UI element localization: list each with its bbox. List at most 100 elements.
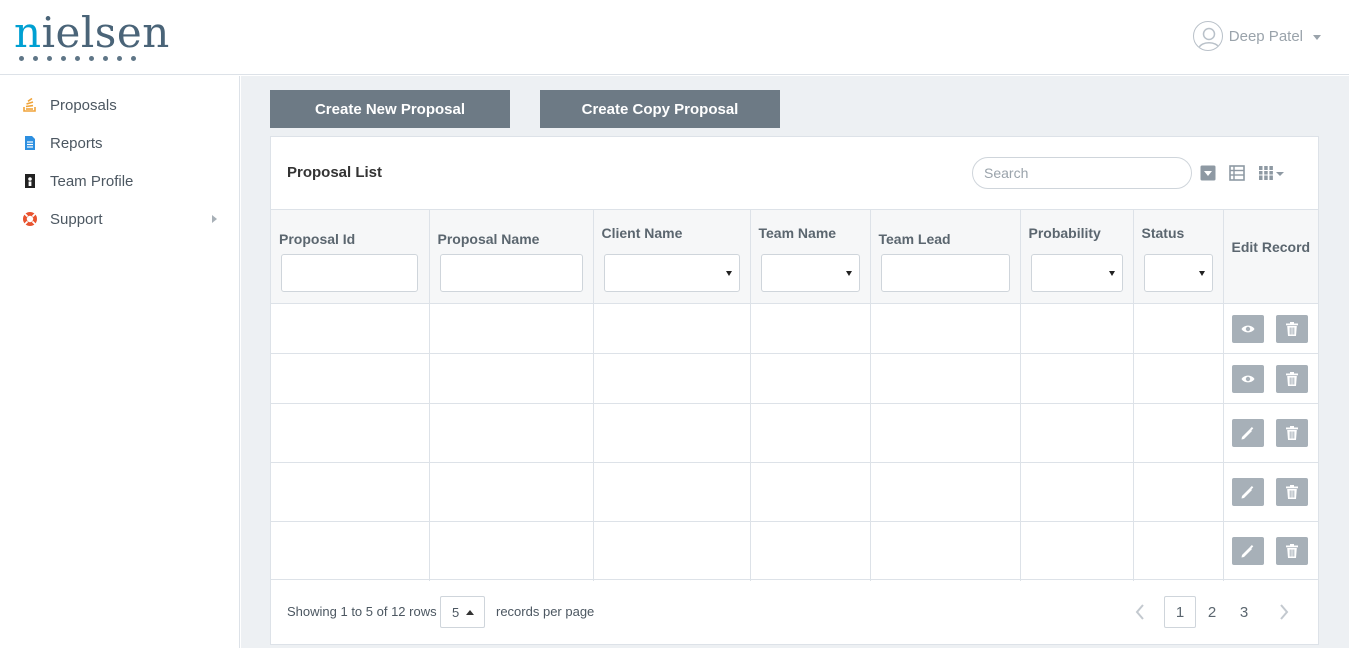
chevron-right-icon: [1280, 604, 1289, 620]
team-lead-filter-input[interactable]: [880, 254, 1010, 292]
team-name-filter-select[interactable]: [760, 254, 860, 292]
column-label: Proposal Id: [279, 231, 356, 247]
panel-title: Proposal List: [287, 164, 383, 181]
table-row: [271, 521, 1318, 581]
sidebar-item-team-profile[interactable]: Team Profile: [0, 162, 239, 200]
avatar-icon: [1192, 21, 1223, 51]
table-footer: Showing 1 to 5 of 12 rows 5 records per …: [271, 579, 1318, 644]
column-header-client-name[interactable]: Client Name: [593, 209, 751, 304]
trash-icon: [1285, 426, 1298, 440]
row-actions: [1223, 353, 1318, 404]
row-actions: [1223, 521, 1318, 581]
edit-button[interactable]: [1231, 419, 1264, 447]
search-input[interactable]: [972, 157, 1192, 189]
next-page-button[interactable]: [1268, 596, 1300, 628]
chevron-left-icon: [1135, 604, 1144, 620]
pencil-icon: [1241, 426, 1254, 439]
stack-icon: [22, 97, 38, 113]
row-actions: [1223, 303, 1318, 354]
per-page-label: records per page: [496, 604, 595, 619]
nielsen-logo[interactable]: nielsen: [14, 10, 170, 61]
page-button-3[interactable]: 3: [1228, 596, 1260, 628]
column-label: Proposal Name: [437, 231, 540, 247]
pagination-summary: Showing 1 to 5 of 12 rows: [287, 604, 437, 619]
page-button-1[interactable]: 1: [1164, 596, 1196, 628]
proposal-list-panel: Proposal List Proposal Id: [270, 136, 1319, 645]
status-filter-select[interactable]: [1143, 254, 1213, 292]
table-row: [271, 303, 1318, 354]
document-icon: [22, 135, 38, 151]
prev-page-button[interactable]: [1124, 596, 1156, 628]
sidebar-item-proposals[interactable]: Proposals: [0, 86, 239, 124]
chevron-right-icon: [212, 215, 217, 223]
sidebar-item-label: Reports: [50, 134, 103, 152]
pagination: 1 2 3: [1124, 596, 1300, 628]
column-header-team-name[interactable]: Team Name: [750, 209, 871, 304]
page-button-2[interactable]: 2: [1196, 596, 1228, 628]
filter-toggle-icon[interactable]: [1200, 164, 1216, 182]
column-label: Edit Record: [1231, 239, 1311, 255]
logo-rest: ielsen: [41, 8, 170, 57]
table-row: [271, 403, 1318, 463]
lifebuoy-icon: [22, 211, 38, 227]
delete-button[interactable]: [1275, 364, 1308, 393]
edit-button[interactable]: [1231, 478, 1264, 506]
column-header-proposal-name[interactable]: Proposal Name: [429, 209, 594, 304]
table-row: [271, 462, 1318, 522]
sidebar-item-support[interactable]: Support: [0, 200, 239, 238]
view-button[interactable]: [1231, 314, 1264, 343]
trash-icon: [1285, 485, 1298, 499]
trash-icon: [1285, 544, 1298, 559]
column-label: Probability: [1028, 225, 1101, 241]
main-content: Create New Proposal Create Copy Proposal…: [241, 76, 1349, 648]
proposal-table: Proposal Id Proposal Name Client Name Te…: [271, 209, 1318, 581]
chevron-up-icon: [466, 609, 475, 615]
sidebar-item-reports[interactable]: Reports: [0, 124, 239, 162]
sidebar-item-label: Support: [50, 210, 103, 228]
columns-menu-icon[interactable]: [1258, 164, 1290, 182]
column-header-status[interactable]: Status: [1133, 209, 1224, 304]
eye-icon: [1241, 325, 1254, 332]
pencil-icon: [1241, 544, 1254, 558]
column-header-probability[interactable]: Probability: [1020, 209, 1134, 304]
column-label: Team Name: [758, 225, 837, 241]
chevron-down-icon: [1313, 34, 1321, 40]
pencil-icon: [1241, 485, 1254, 498]
table-header-row: Proposal Id Proposal Name Client Name Te…: [271, 209, 1318, 304]
sidebar-item-label: Proposals: [50, 96, 117, 114]
column-header-proposal-id[interactable]: Proposal Id: [271, 209, 430, 304]
eye-icon: [1241, 375, 1254, 382]
delete-button[interactable]: [1275, 314, 1308, 343]
column-header-team-lead[interactable]: Team Lead: [870, 209, 1021, 304]
delete-button[interactable]: [1275, 478, 1308, 506]
row-actions: [1223, 403, 1318, 463]
proposal-id-filter-input[interactable]: [281, 254, 418, 292]
view-button[interactable]: [1231, 364, 1264, 393]
logo-accent-letter: n: [14, 8, 42, 57]
user-name: Deep Patel: [1228, 27, 1303, 45]
app-header: nielsen Deep Patel: [0, 0, 1349, 75]
logo-text: nielsen: [14, 10, 170, 56]
row-actions: [1223, 462, 1318, 522]
create-copy-proposal-button[interactable]: Create Copy Proposal: [540, 90, 780, 128]
create-new-proposal-button[interactable]: Create New Proposal: [270, 90, 510, 128]
delete-button[interactable]: [1275, 419, 1308, 447]
list-view-icon[interactable]: [1229, 164, 1245, 182]
trash-icon: [1285, 371, 1298, 386]
column-label: Status: [1141, 225, 1185, 241]
client-name-filter-select[interactable]: [603, 254, 740, 292]
per-page-select[interactable]: 5: [440, 596, 485, 628]
column-label: Client Name: [601, 225, 683, 241]
column-label: Team Lead: [878, 231, 951, 247]
delete-button[interactable]: [1275, 537, 1308, 566]
proposal-name-filter-input[interactable]: [439, 254, 583, 292]
column-header-edit-record: Edit Record: [1223, 209, 1318, 304]
table-row: [271, 353, 1318, 404]
user-menu[interactable]: Deep Patel: [1192, 21, 1321, 51]
id-badge-icon: [22, 173, 38, 189]
edit-button[interactable]: [1231, 537, 1264, 566]
sidebar: Proposals Reports Team Profile Support: [0, 76, 240, 648]
sidebar-item-label: Team Profile: [50, 172, 134, 190]
trash-icon: [1285, 321, 1298, 336]
probability-filter-select[interactable]: [1030, 254, 1123, 292]
